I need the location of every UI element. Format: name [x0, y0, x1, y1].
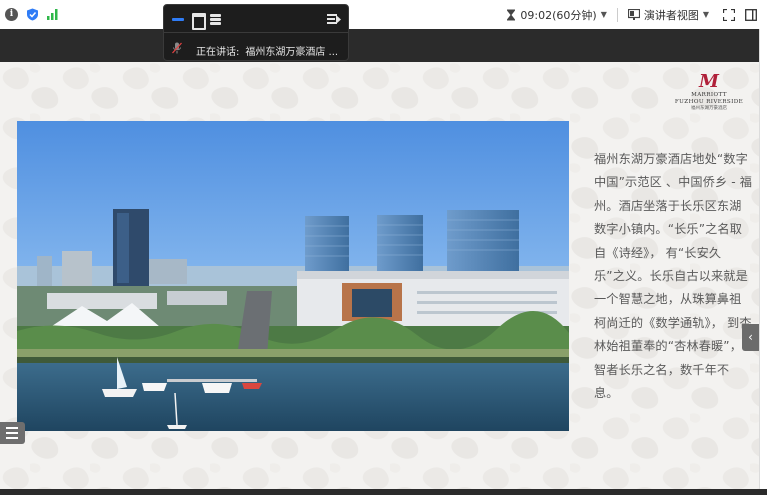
speaking-indicator: 正在讲话: 福州东湖万豪酒店 ... [164, 34, 348, 62]
shield-icon[interactable] [26, 8, 39, 21]
list-view-button[interactable] [209, 12, 223, 26]
timer-text: 09:02(60分钟) [520, 8, 597, 22]
mic-muted-icon [172, 42, 182, 54]
floating-meeting-toolbar[interactable]: 正在讲话: 福州东湖万豪酒店 ... [163, 4, 349, 61]
minimize-button[interactable] [171, 12, 185, 26]
info-icon[interactable]: i [5, 8, 18, 21]
marriott-m-icon: M [699, 71, 719, 92]
timer-control[interactable]: 09:02(60分钟) ▼ [506, 7, 607, 23]
chevron-down-icon: ▼ [702, 10, 709, 19]
marriott-logo: M MARRIOTT FUZHOU RIVERSIDE 福州东湖万豪酒店 [667, 72, 751, 118]
right-edge-strip [759, 29, 767, 489]
top-right-controls: 09:02(60分钟) ▼ 演讲者视图 ▼ [496, 0, 757, 29]
speaking-text: 正在讲话: 福州东湖万豪酒店 ... [196, 43, 338, 58]
signal-icon[interactable] [46, 8, 59, 21]
logo-line1: MARRIOTT [691, 92, 727, 98]
slide-menu-button[interactable] [0, 422, 25, 444]
sidebar-toggle-button[interactable] [745, 8, 757, 21]
toolbar-controls-row [164, 5, 348, 33]
view-mode-text: 演讲者视图 [643, 8, 699, 22]
fullscreen-button[interactable] [723, 8, 735, 21]
logo-line2: FUZHOU RIVERSIDE [674, 99, 744, 105]
chevron-left-icon: ‹ [748, 330, 753, 344]
speaking-name: 福州东湖万豪酒店 ... [245, 47, 339, 58]
bottom-bar [0, 489, 767, 495]
expand-menu-button[interactable] [327, 12, 341, 26]
chevron-down-icon: ▼ [600, 10, 607, 19]
presenter-view-icon [627, 9, 640, 20]
presentation-slide: M MARRIOTT FUZHOU RIVERSIDE 福州东湖万豪酒店 福州东… [0, 62, 759, 489]
speaking-label: 正在讲话: [196, 47, 240, 58]
window-button[interactable] [190, 12, 206, 30]
slide-paragraph: 福州东湖万豪酒店地处“数字中国”示范区 、中国侨乡 - 福州。酒店坐落于长乐区东… [594, 152, 752, 401]
side-panel-toggle-button[interactable]: ‹ [742, 324, 759, 351]
logo-line3: 福州东湖万豪酒店 [691, 106, 727, 111]
presenter-view-control[interactable]: 演讲者视图 ▼ [627, 7, 709, 23]
top-status-bar: i 09:02(60分钟) ▼ 演讲者视图 ▼ [0, 0, 767, 29]
sidebar-toggle-icon [745, 8, 757, 21]
hotel-aerial-photo [17, 121, 569, 431]
divider [616, 7, 618, 22]
fullscreen-icon [723, 8, 735, 21]
arrow-right-icon [336, 15, 341, 24]
meeting-header-bar [0, 29, 759, 62]
hourglass-icon [507, 9, 516, 20]
